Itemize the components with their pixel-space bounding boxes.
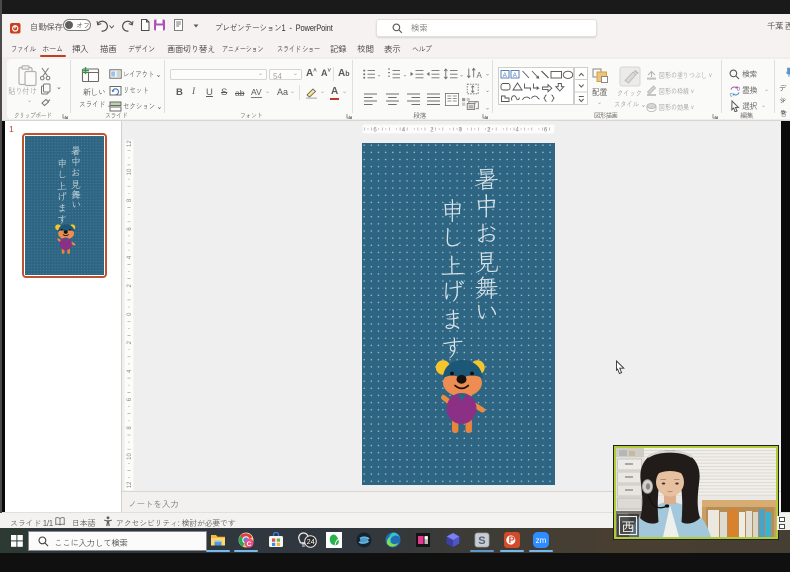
svg-text:c: c <box>730 93 733 98</box>
svg-text:24: 24 <box>307 539 315 546</box>
svg-text:S: S <box>478 535 485 547</box>
svg-text:⌄: ⌄ <box>485 72 490 78</box>
svg-text:西: 西 <box>622 517 635 536</box>
svg-text:zm: zm <box>536 536 547 545</box>
svg-text:A: A <box>513 73 517 79</box>
svg-text:12: 12 <box>127 140 133 147</box>
svg-text:b: b <box>737 87 741 93</box>
svg-text:P: P <box>509 535 515 545</box>
svg-text:10: 10 <box>127 453 133 460</box>
svg-text:12: 12 <box>127 481 133 488</box>
svg-text:10: 10 <box>127 168 133 175</box>
svg-text:C: C <box>247 541 252 548</box>
svg-text:⌄: ⌄ <box>403 73 408 79</box>
svg-text:⌄: ⌄ <box>377 73 382 79</box>
svg-text:⌄: ⌄ <box>485 88 490 94</box>
svg-text:A: A <box>477 71 483 80</box>
svg-text:A: A <box>503 73 507 79</box>
svg-text:⌄: ⌄ <box>485 106 490 112</box>
svg-text:⌄: ⌄ <box>459 73 464 79</box>
